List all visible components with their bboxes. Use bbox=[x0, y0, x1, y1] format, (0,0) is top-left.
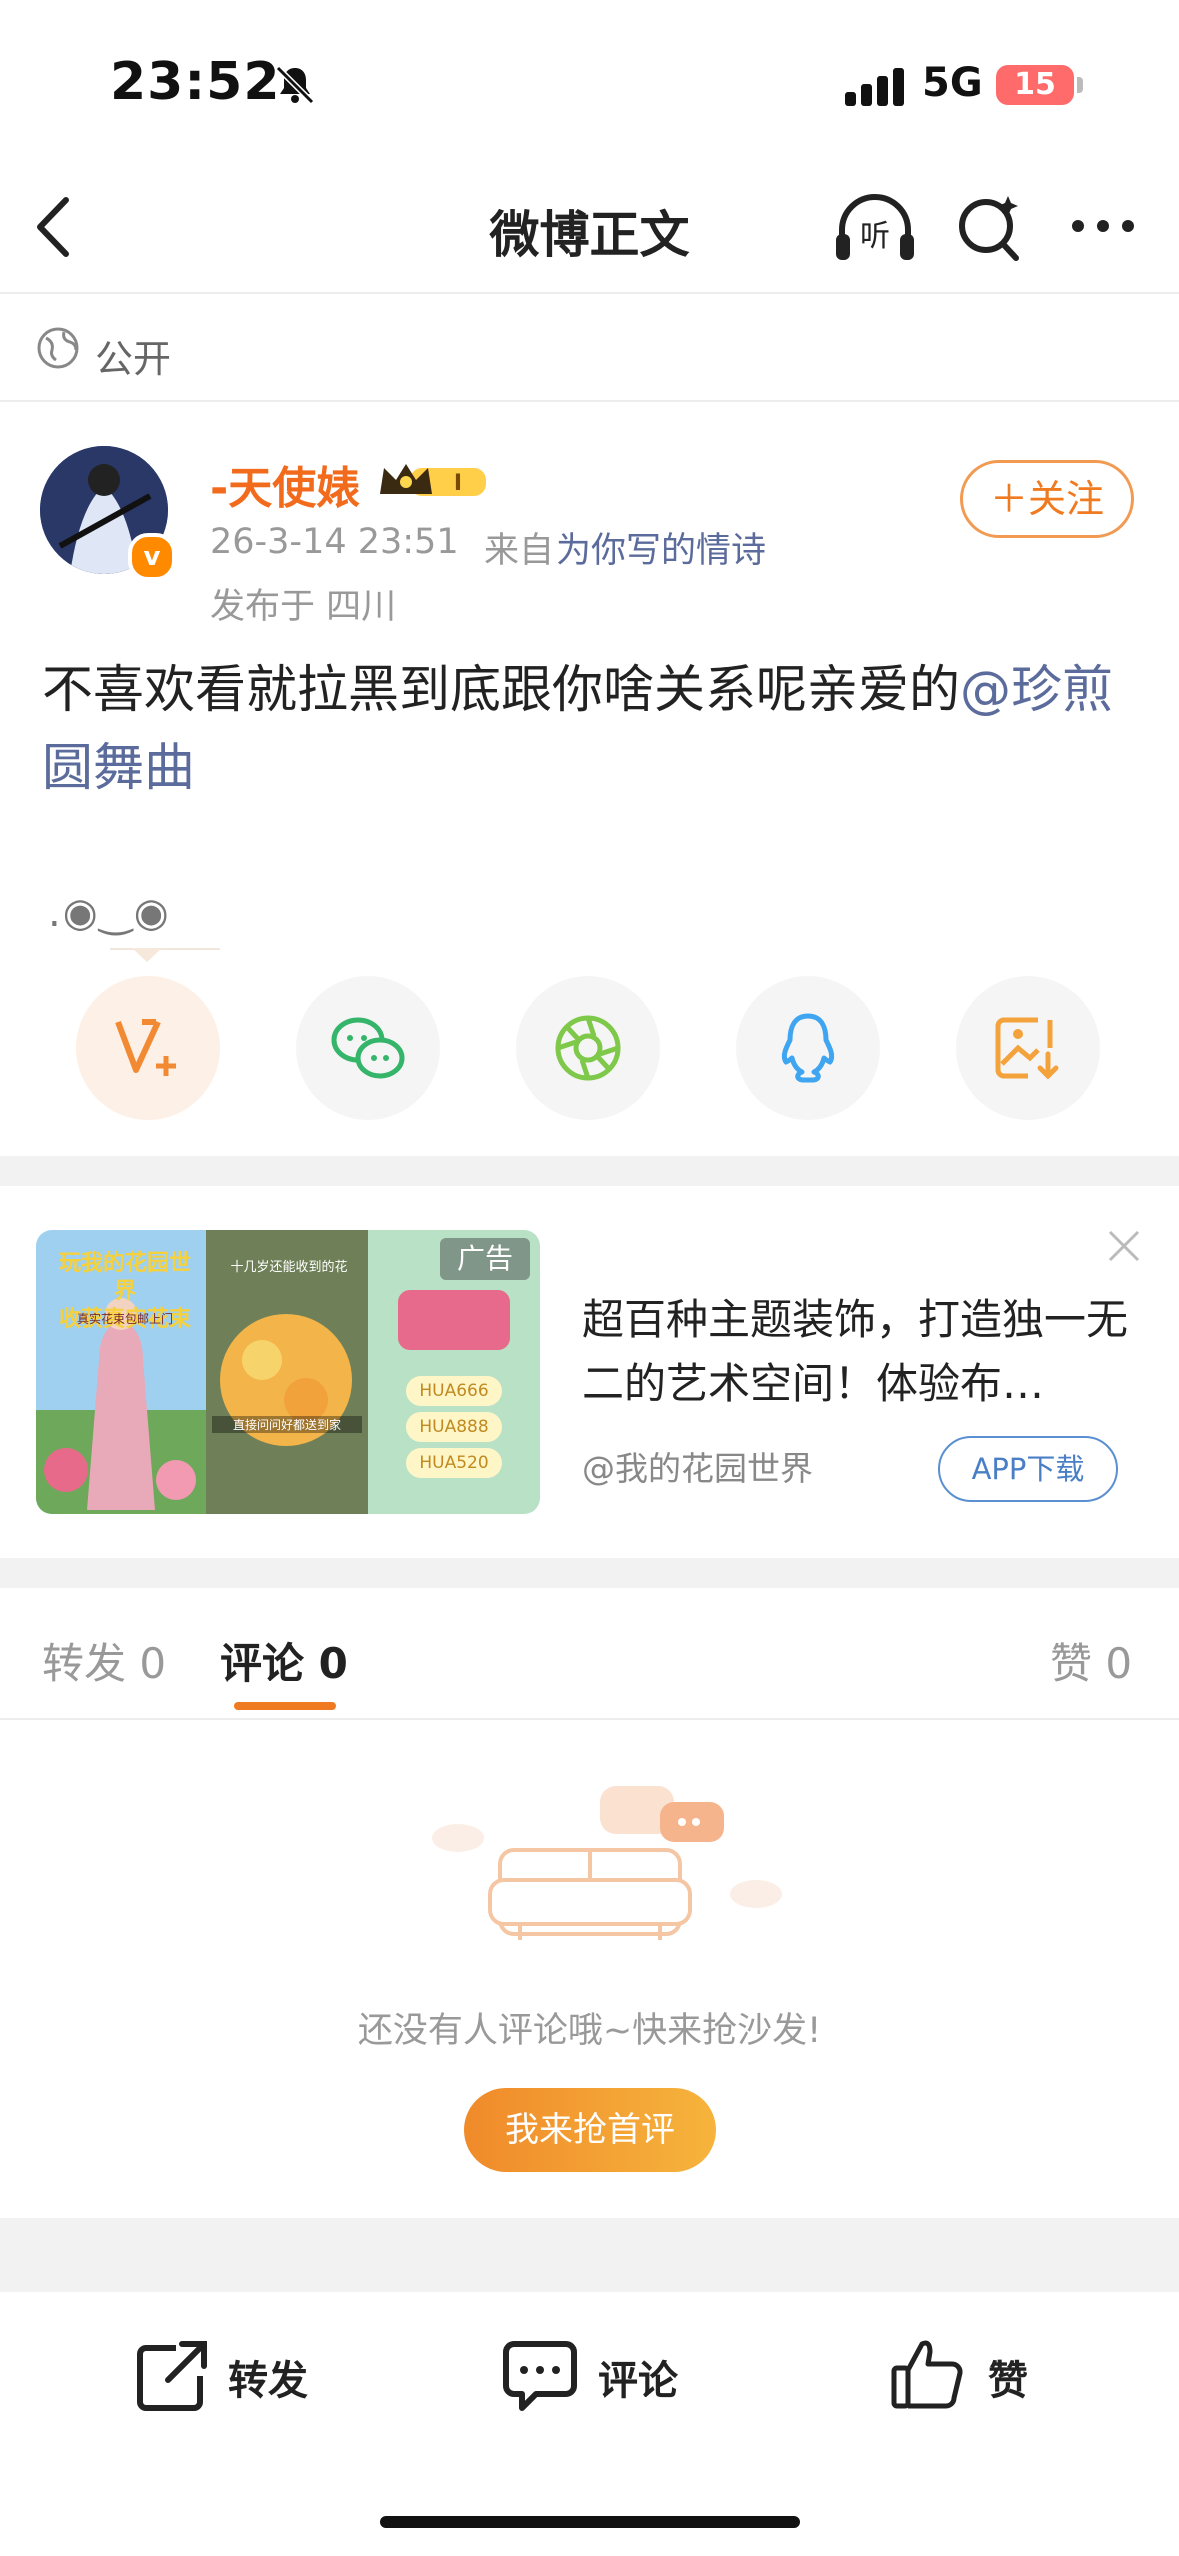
battery-cap bbox=[1077, 77, 1083, 93]
source-prefix: 来自 bbox=[484, 531, 555, 571]
share-qq-button[interactable] bbox=[736, 976, 880, 1120]
ad-image-caption-bottom: 直接问问好都送到家 bbox=[212, 1416, 362, 1433]
moments-icon bbox=[555, 1015, 621, 1081]
bottom-comment-label: 评论 bbox=[598, 2358, 678, 2404]
close-icon[interactable] bbox=[1106, 1228, 1142, 1264]
emoji-face[interactable]: .◉‿◉ bbox=[48, 890, 171, 936]
tab-comment[interactable]: 评论 0 bbox=[220, 1630, 348, 1691]
section-separator bbox=[0, 1156, 1179, 1186]
ad-code-2: HUA888 bbox=[419, 1417, 489, 1437]
status-time: 23:52 bbox=[110, 52, 281, 112]
sofa-illustration-icon bbox=[432, 1786, 782, 1940]
first-comment-button[interactable]: 我来抢首评 bbox=[464, 2088, 716, 2172]
more-options-icon[interactable] bbox=[1068, 214, 1138, 238]
post-time: 26-3-14 23:51 bbox=[210, 522, 459, 562]
bottom-gray-band bbox=[0, 2218, 1179, 2292]
search-icon[interactable] bbox=[956, 190, 1026, 266]
bottom-repost-label: 转发 bbox=[228, 2358, 308, 2404]
tab-active-indicator bbox=[234, 1702, 336, 1710]
vip-crown-badge-icon[interactable]: I bbox=[376, 458, 490, 504]
globe-icon bbox=[37, 327, 79, 369]
ad-image-subtext: 真实花束包邮上门 bbox=[76, 1312, 173, 1326]
home-indicator[interactable] bbox=[380, 2516, 800, 2528]
battery-icon: 15 bbox=[996, 65, 1074, 105]
caret-pointer bbox=[132, 948, 162, 962]
post-source-link[interactable]: 为你写的情诗 bbox=[556, 522, 766, 573]
svg-text:听: 听 bbox=[860, 219, 890, 254]
tab-like-label: 赞 bbox=[1050, 1639, 1093, 1688]
tab-repost-count: 0 bbox=[139, 1639, 167, 1688]
ad-code-3: HUA520 bbox=[419, 1453, 489, 1473]
tab-like-count: 0 bbox=[1105, 1639, 1133, 1688]
thumbs-up-icon bbox=[891, 2340, 963, 2409]
tab-comment-label: 评论 bbox=[220, 1639, 305, 1688]
ad-title[interactable]: 超百种主题装饰，打造独一无二的艺术空间！体验布… bbox=[582, 1288, 1142, 1416]
share-save-image-button[interactable] bbox=[956, 976, 1100, 1120]
ad-author[interactable]: @我的花园世界 bbox=[582, 1442, 813, 1490]
qq-icon bbox=[781, 1013, 835, 1083]
empty-comments-text: 还没有人评论哦~快来抢沙发! bbox=[357, 2011, 822, 2051]
share-vplus-button[interactable] bbox=[76, 976, 220, 1120]
svg-text:I: I bbox=[454, 471, 462, 496]
emoji-underline bbox=[110, 948, 220, 950]
post-location: 发布于 四川 bbox=[210, 587, 397, 627]
listen-headphones-icon[interactable]: 听 bbox=[832, 190, 918, 266]
tab-like[interactable]: 赞 0 bbox=[1050, 1630, 1132, 1691]
signal-icon bbox=[845, 68, 909, 106]
app-download-button[interactable]: APP下载 bbox=[938, 1436, 1118, 1502]
tab-repost[interactable]: 转发 0 bbox=[42, 1630, 166, 1691]
follow-button[interactable]: ＋关注 bbox=[960, 460, 1134, 538]
username[interactable]: -天使婊 bbox=[210, 452, 360, 516]
tab-repost-label: 转发 bbox=[42, 1639, 127, 1688]
ad-image-text-1: 玩我的花园世界 bbox=[58, 1251, 191, 1304]
vplus-icon bbox=[115, 1019, 176, 1076]
wechat-icon bbox=[331, 1017, 405, 1079]
tab-comment-count: 0 bbox=[318, 1639, 348, 1688]
visibility-label: 公开 bbox=[95, 337, 172, 381]
ad-image-caption-top: 十几岁还能收到的花 bbox=[230, 1260, 348, 1275]
battery-level: 15 bbox=[1014, 67, 1056, 102]
share-wechat-button[interactable] bbox=[296, 976, 440, 1120]
nav-divider bbox=[0, 292, 1179, 294]
comment-bubble-icon bbox=[503, 2341, 577, 2411]
ad-tag: 广告 bbox=[440, 1238, 530, 1280]
post-text: 不喜欢看就拉黑到底跟你啥关系呢亲爱的@珍煎圆舞曲 bbox=[42, 652, 1142, 808]
tabs-divider bbox=[0, 1718, 1179, 1720]
bell-muted-icon bbox=[275, 65, 315, 105]
bottom-like-label: 赞 bbox=[988, 2358, 1028, 2404]
save-image-icon bbox=[995, 1017, 1059, 1080]
share-moments-button[interactable] bbox=[516, 976, 660, 1120]
ad-code-1: HUA666 bbox=[419, 1381, 489, 1401]
visibility-divider bbox=[0, 400, 1179, 402]
verified-badge-icon: v bbox=[128, 533, 176, 581]
post-body: 不喜欢看就拉黑到底跟你啥关系呢亲爱的 bbox=[42, 661, 961, 720]
section-separator-2 bbox=[0, 1558, 1179, 1588]
network-type: 5G bbox=[922, 60, 983, 106]
share-arrow-icon bbox=[137, 2341, 207, 2411]
